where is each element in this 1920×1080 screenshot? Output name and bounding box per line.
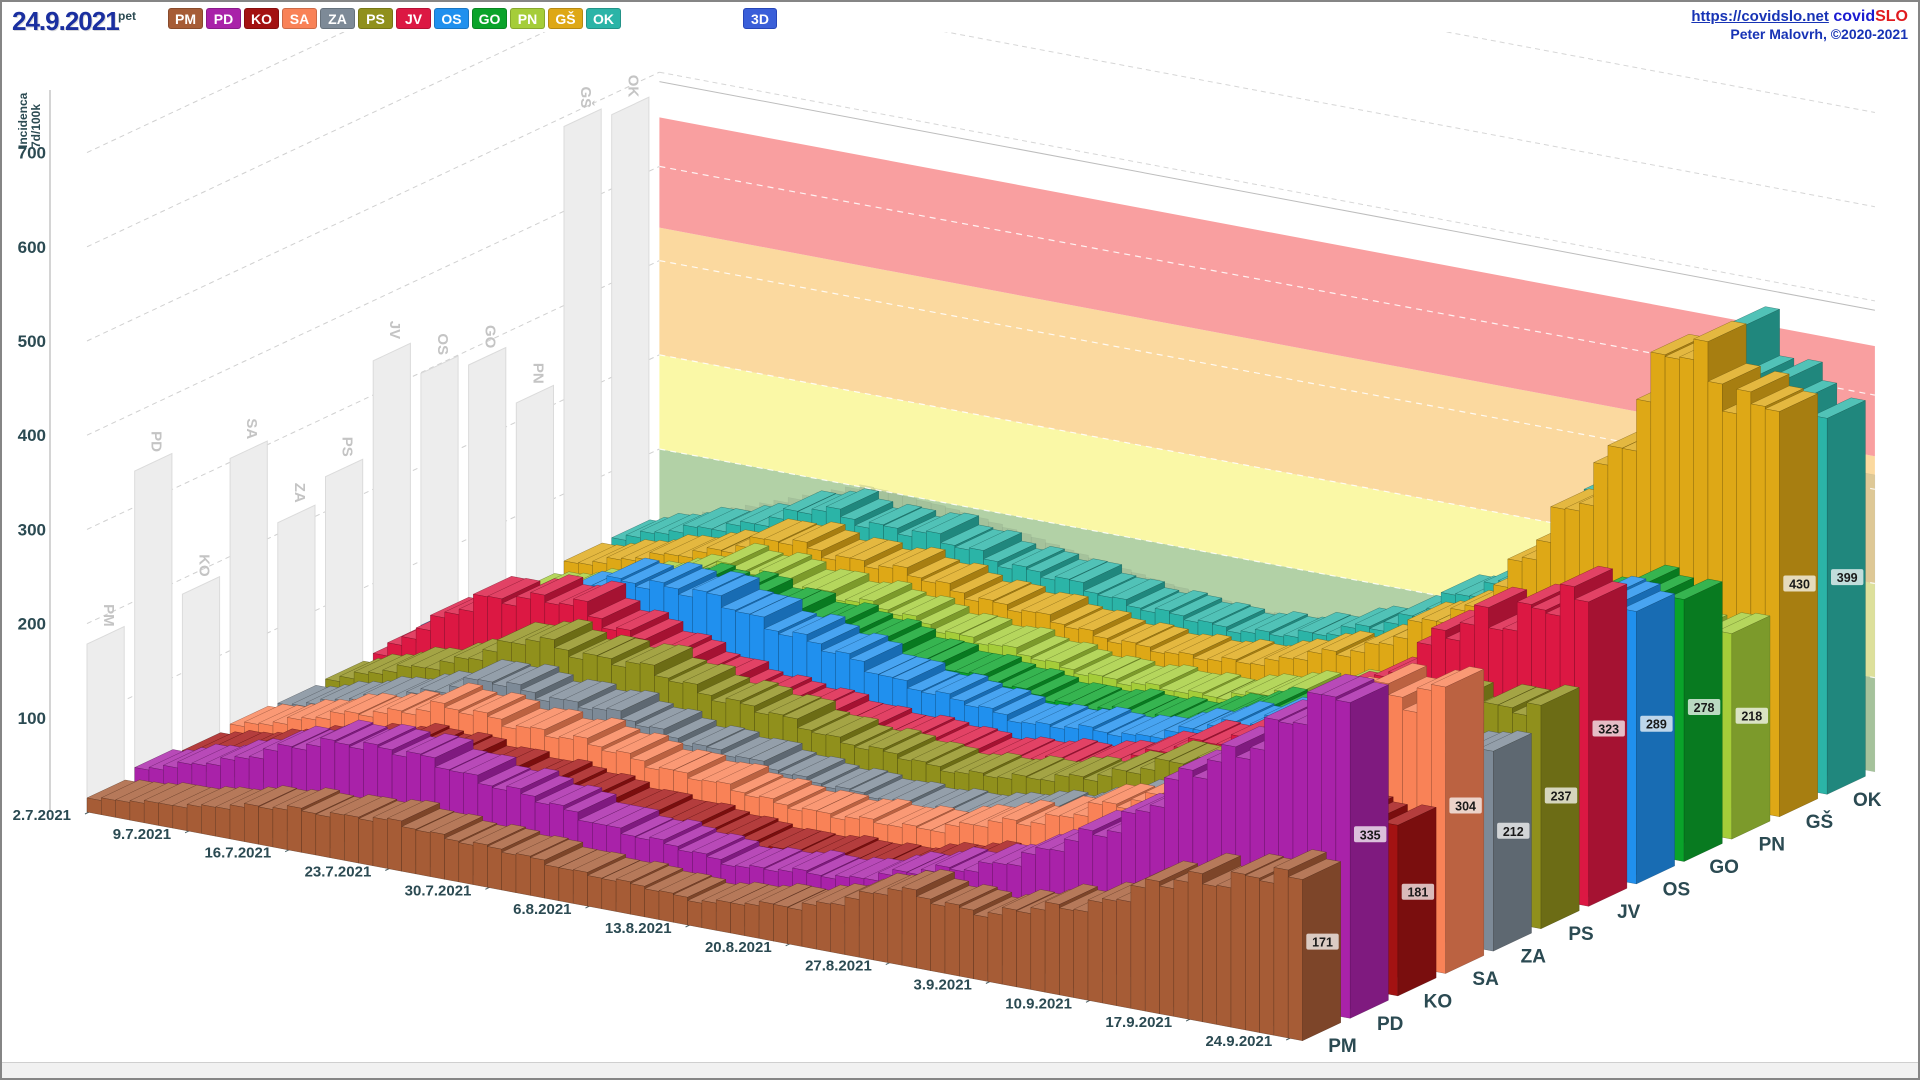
value-label-GŠ: 430 bbox=[1789, 578, 1810, 592]
svg-text:200: 200 bbox=[18, 615, 46, 634]
wall-region-label: ZA bbox=[291, 483, 308, 503]
value-label-OK: 399 bbox=[1837, 571, 1858, 585]
legend-button-OK[interactable]: OK bbox=[586, 8, 621, 29]
y-axis-title: 7d/100k bbox=[29, 104, 43, 148]
region-axis-label-GO: GO bbox=[1709, 857, 1739, 878]
current-date: 24.9.2021 bbox=[12, 6, 120, 36]
region-axis-label-PD: PD bbox=[1377, 1014, 1403, 1035]
logo-covid: covid bbox=[1833, 8, 1876, 25]
chart-3d-svg: PM PD KO SA ZA PS JV OS GO PN GŠ OK 100 200 300 400 500 6… bbox=[13, 32, 1882, 1057]
value-label-JV: 323 bbox=[1598, 723, 1619, 737]
svg-text:16.7.2021: 16.7.2021 bbox=[204, 845, 271, 862]
legend-button-PS[interactable]: PS bbox=[358, 8, 393, 29]
svg-text:Incidenca: Incidenca bbox=[16, 92, 30, 148]
wall-region-label: OS bbox=[434, 333, 451, 355]
legend-button-ZA[interactable]: ZA bbox=[320, 8, 355, 29]
svg-text:13.8.2021: 13.8.2021 bbox=[605, 920, 672, 937]
svg-text:2.7.2021: 2.7.2021 bbox=[13, 807, 71, 824]
region-axis-label-PN: PN bbox=[1759, 835, 1785, 856]
logo-slo: SLO bbox=[1875, 8, 1908, 25]
wall-region-label: JV bbox=[386, 321, 403, 339]
legend-button-GŠ[interactable]: GŠ bbox=[548, 8, 583, 29]
svg-text:20.8.2021: 20.8.2021 bbox=[705, 939, 772, 956]
weekday-label: pet bbox=[118, 9, 136, 23]
svg-text:23.7.2021: 23.7.2021 bbox=[305, 864, 372, 881]
value-label-OS: 289 bbox=[1646, 718, 1667, 732]
author-credit: Peter Malovrh, ©2020-2021 bbox=[1730, 26, 1908, 42]
horizontal-scrollbar[interactable] bbox=[2, 1062, 1918, 1078]
region-axis-label-PS: PS bbox=[1568, 924, 1593, 945]
y-axis: 1002003004005006007007d/100kIncidenca bbox=[16, 90, 51, 812]
chart-3d-incidence[interactable]: PM PD KO SA ZA PS JV OS GO PN GŠ OK 100 200 300 400 500 6… bbox=[2, 2, 1918, 1078]
legend-button-PN[interactable]: PN bbox=[510, 8, 545, 29]
site-credits: https://covidslo.net covidSLO Peter Malo… bbox=[1691, 8, 1908, 43]
value-label-ZA: 212 bbox=[1503, 825, 1524, 839]
covidslo-3d-incidence-page: PM PD KO SA ZA PS JV OS GO PN GŠ OK 100 200 300 400 500 6… bbox=[0, 0, 1920, 1080]
legend-button-GO[interactable]: GO bbox=[472, 8, 507, 29]
wall-region-label: PS bbox=[339, 437, 356, 457]
region-axis-label-OS: OS bbox=[1663, 879, 1690, 900]
svg-text:27.8.2021: 27.8.2021 bbox=[805, 958, 872, 975]
wall-region-label: GO bbox=[482, 325, 499, 349]
region-axis-label-ZA: ZA bbox=[1521, 947, 1547, 968]
wall-region-label: KO bbox=[195, 554, 212, 577]
svg-text:300: 300 bbox=[18, 520, 46, 539]
svg-text:9.7.2021: 9.7.2021 bbox=[113, 826, 171, 843]
mode-3d-button[interactable]: 3D bbox=[743, 8, 777, 29]
value-label-KO: 181 bbox=[1407, 886, 1428, 900]
region-legend: PM PD KO SA ZA PS JV OS GO PN GŠ OK bbox=[168, 8, 621, 29]
region-axis-label-JV: JV bbox=[1617, 902, 1641, 923]
svg-text:10.9.2021: 10.9.2021 bbox=[1005, 995, 1072, 1012]
region-axis-label-GŠ: GŠ bbox=[1806, 811, 1833, 833]
covidslo-logo: covidSLO bbox=[1833, 8, 1908, 25]
value-label-PD: 335 bbox=[1360, 828, 1381, 842]
svg-text:600: 600 bbox=[18, 238, 46, 257]
wall-region-label: PM bbox=[100, 604, 117, 627]
legend-button-PD[interactable]: PD bbox=[206, 8, 241, 29]
region-axis-label-OK: OK bbox=[1853, 790, 1882, 811]
wall-region-label: GŠ bbox=[577, 87, 595, 109]
svg-text:100: 100 bbox=[18, 709, 46, 728]
region-axis-label-SA: SA bbox=[1472, 969, 1499, 990]
wall-region-label: PN bbox=[529, 363, 546, 384]
svg-text:500: 500 bbox=[18, 332, 46, 351]
legend-button-SA[interactable]: SA bbox=[282, 8, 317, 29]
region-axis-label-PM: PM bbox=[1328, 1036, 1357, 1057]
legend-button-OS[interactable]: OS bbox=[434, 8, 469, 29]
wall-region-label: OK bbox=[625, 75, 642, 98]
legend-button-KO[interactable]: KO bbox=[244, 8, 279, 29]
wall-region-label: SA bbox=[243, 418, 260, 439]
site-url-link[interactable]: https://covidslo.net bbox=[1691, 8, 1829, 25]
svg-text:24.9.2021: 24.9.2021 bbox=[1205, 1033, 1272, 1050]
value-label-PS: 237 bbox=[1551, 790, 1572, 804]
region-axis-label-KO: KO bbox=[1424, 991, 1453, 1012]
value-label-PM: 171 bbox=[1312, 936, 1333, 950]
value-label-PN: 218 bbox=[1741, 710, 1762, 724]
wall-region-label: PD bbox=[148, 431, 165, 452]
svg-text:30.7.2021: 30.7.2021 bbox=[405, 882, 472, 899]
svg-text:400: 400 bbox=[18, 426, 46, 445]
svg-text:6.8.2021: 6.8.2021 bbox=[513, 901, 571, 918]
value-label-GO: 278 bbox=[1694, 701, 1715, 715]
legend-button-PM[interactable]: PM bbox=[168, 8, 203, 29]
value-label-SA: 304 bbox=[1455, 800, 1476, 814]
svg-text:17.9.2021: 17.9.2021 bbox=[1105, 1014, 1172, 1031]
legend-button-JV[interactable]: JV bbox=[396, 8, 431, 29]
svg-text:3.9.2021: 3.9.2021 bbox=[914, 977, 972, 994]
